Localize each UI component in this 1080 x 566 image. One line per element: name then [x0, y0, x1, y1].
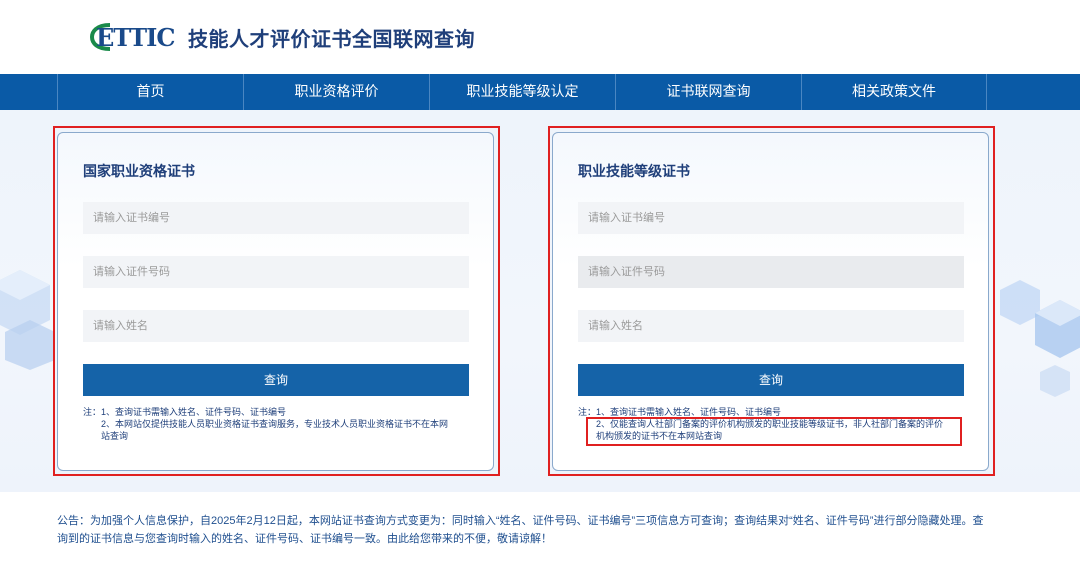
nav-item-skill-level[interactable]: 职业技能等级认定	[429, 74, 615, 110]
note-line: 注：1、查询证书需输入姓名、证件号码、证书编号	[83, 407, 287, 417]
cert-number-input[interactable]	[578, 202, 964, 234]
query-button[interactable]: 查询	[83, 364, 469, 396]
query-button[interactable]: 查询	[578, 364, 964, 396]
nav-item-qualification[interactable]: 职业资格评价	[243, 74, 429, 110]
id-number-input[interactable]	[578, 256, 964, 288]
professional-qualification-card: 国家职业资格证书 查询 注：1、查询证书需输入姓名、证件号码、证书编号 2、本网…	[57, 132, 494, 471]
note-line: 站查询	[101, 431, 129, 441]
name-input[interactable]	[578, 310, 964, 342]
note-line: 注：1、查询证书需输入姓名、证件号码、证书编号	[578, 407, 782, 417]
card-title: 职业技能等级证书	[578, 164, 690, 180]
logo-text: ETTIC	[96, 23, 175, 52]
note-highlight-frame	[586, 417, 962, 446]
nav-item-policy[interactable]: 相关政策文件	[801, 74, 987, 110]
decor-cube-right-icon	[1000, 280, 1080, 397]
cert-number-input[interactable]	[83, 202, 469, 234]
site-header: ETTIC 技能人才评价证书全国联网查询	[0, 0, 1080, 74]
decor-cube-left-icon	[0, 270, 55, 370]
id-number-input[interactable]	[83, 256, 469, 288]
ettic-logo-icon: ETTIC	[90, 22, 182, 52]
query-notes: 注：1、查询证书需输入姓名、证件号码、证书编号 2、本网站仅提供技能人员职业资格…	[83, 406, 473, 442]
name-input[interactable]	[83, 310, 469, 342]
note-line: 2、本网站仅提供技能人员职业资格证书查询服务，专业技术人员职业资格证书不在本网	[101, 419, 449, 429]
nav-item-cert-query[interactable]: 证书联网查询	[615, 74, 801, 110]
site-logo[interactable]: ETTIC 技能人才评价证书全国联网查询	[90, 22, 475, 52]
card-title: 国家职业资格证书	[83, 164, 195, 180]
nav-item-home[interactable]: 首页	[57, 74, 243, 110]
announcement-text: 公告：为加强个人信息保护，自2025年2月12日起，本网站证书查询方式变更为：同…	[57, 515, 984, 545]
site-title: 技能人才评价证书全国联网查询	[188, 26, 475, 51]
main-nav: 首页 职业资格评价 职业技能等级认定 证书联网查询 相关政策文件	[0, 74, 1080, 110]
